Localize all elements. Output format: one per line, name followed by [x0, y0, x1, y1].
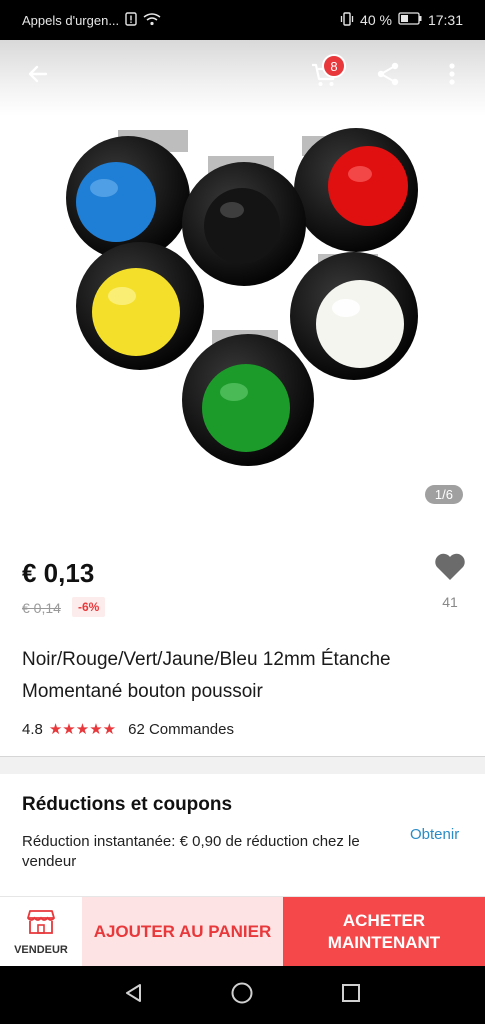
buy-now-button[interactable]: ACHETER MAINTENANT [283, 897, 485, 967]
store-icon [27, 909, 55, 940]
star-rating-icon: ★★★★★ [48, 721, 117, 738]
action-bar: VENDEUR AJOUTER AU PANIER ACHETER MAINTE… [0, 896, 485, 967]
vibrate-icon [340, 11, 354, 29]
battery-percent: 40 % [360, 12, 392, 28]
image-counter: 1/6 [424, 485, 463, 504]
black-button-image [182, 156, 306, 286]
nav-back-button[interactable] [114, 975, 154, 1015]
square-recents-icon [340, 982, 362, 1009]
section-divider [0, 756, 485, 774]
current-price: € 0,13 [22, 558, 95, 588]
coupons-section: Réductions et coupons Réduction instanta… [0, 774, 485, 896]
status-bar: Appels d'urgen... 40 % 17:31 [0, 0, 485, 40]
status-left: Appels d'urgen... [22, 11, 340, 29]
discount-badge: -6% [72, 597, 106, 617]
share-icon [375, 61, 401, 92]
product-image-gallery[interactable]: 1/6 [0, 116, 485, 528]
circle-home-icon [230, 981, 254, 1010]
clock: 17:31 [427, 12, 463, 28]
system-nav-bar [0, 966, 485, 1024]
cart-button[interactable]: 8 [302, 54, 346, 98]
original-price: € 0,14 [22, 600, 61, 616]
yellow-button-image [76, 242, 204, 370]
nav-recents-button[interactable] [331, 975, 371, 1015]
nav-home-button[interactable] [222, 975, 262, 1015]
blue-button-image [66, 130, 190, 260]
carrier-text: Appels d'urgen... [22, 12, 120, 28]
back-arrow-icon [26, 62, 50, 91]
sim-alert-icon [125, 11, 137, 29]
rating-row[interactable]: 4.8 ★★★★★ 62 Commandes [22, 720, 234, 739]
seller-button[interactable]: VENDEUR [0, 897, 82, 967]
heart-icon [434, 553, 466, 586]
obtain-coupon-link[interactable]: Obtenir [410, 826, 459, 843]
coupon-description: Réduction instantanée: € 0,90 de réducti… [22, 833, 360, 870]
wifi-icon [143, 12, 161, 29]
rating-value: 4.8 [22, 720, 43, 738]
back-button[interactable] [16, 54, 60, 98]
orders-count: 62 Commandes [128, 720, 234, 738]
price-section: € 0,13 € 0,14 -6% 41 [0, 528, 485, 638]
white-button-image [290, 252, 418, 380]
wishlist-count: 41 [442, 594, 458, 610]
push-buttons-photo [66, 128, 418, 466]
green-button-image [182, 330, 314, 466]
coupons-title: Réductions et coupons [22, 794, 233, 815]
battery-icon [398, 12, 422, 28]
more-vertical-icon [448, 62, 456, 91]
product-title: Noir/Rouge/Vert/Jaune/Bleu 12mm Étanche … [22, 649, 391, 702]
more-options-button[interactable] [430, 54, 474, 98]
add-to-cart-button[interactable]: AJOUTER AU PANIER [82, 897, 283, 967]
app-bar: 8 [0, 40, 485, 116]
red-button-image [294, 128, 418, 252]
status-right: 40 % 17:31 [340, 11, 463, 29]
triangle-back-icon [123, 982, 145, 1009]
cart-count-badge: 8 [322, 54, 346, 78]
wishlist-button[interactable] [428, 552, 472, 586]
share-button[interactable] [366, 54, 410, 98]
seller-label: VENDEUR [14, 943, 68, 956]
